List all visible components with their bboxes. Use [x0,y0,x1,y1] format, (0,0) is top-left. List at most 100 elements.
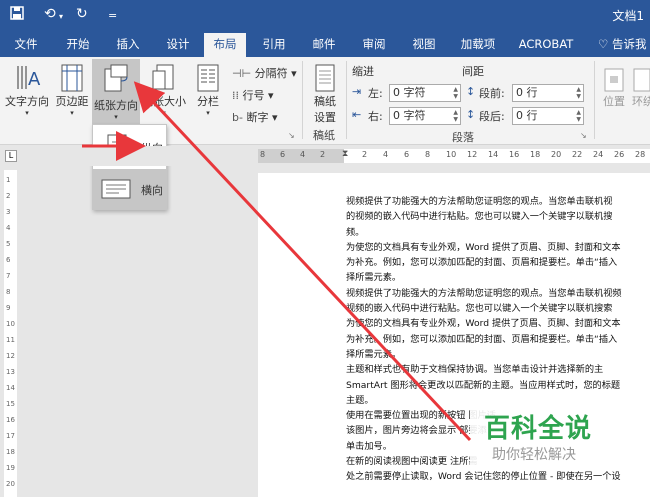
ruler-tick: 20 [551,150,562,159]
watermark-subtitle: 助你轻松解决 [492,447,576,463]
indent-left-input[interactable]: 0 字符 ▲ ▼ [389,84,461,102]
document-line: 处之前需要停止读取，Word 会记住您的停止位置 - 即使在另一个设 [346,471,621,483]
ruler-tick: 12 [467,150,478,159]
vruler-tick: 17 [6,432,15,440]
indent-right-icon: ⇤ [352,108,362,121]
vruler-tick: 9 [6,304,11,312]
group-divider [302,61,303,139]
draft-group-label: 稿纸 [313,129,335,142]
paper-size-icon [152,64,174,90]
undo-icon[interactable]: ⟲ [44,6,56,22]
vruler-tick: 10 [6,320,15,328]
ribbon-tabs: 文件 开始 插入 设计 布局 引用 邮件 审阅 视图 加载项 ACROBAT ♡… [0,30,650,57]
document-line: 择所需元素。 [346,348,402,360]
save-icon[interactable] [10,6,24,24]
tab-selector-icon[interactable]: L [5,150,17,162]
undo-dropdown-icon[interactable]: ▾ [59,12,63,21]
indent-right-input[interactable]: 0 字符 ▲ ▼ [389,107,461,125]
space-after-label: 段后: [479,110,505,123]
margins-icon [61,64,83,92]
line-numbers-button[interactable]: ⁞⁞ 行号 ▾ [232,87,274,103]
ruler-tick: 26 [614,150,625,159]
tab-references[interactable]: 引用 [256,35,292,57]
spinner-icon[interactable]: ▲ ▼ [576,86,581,100]
landscape-page-icon [101,179,131,199]
ruler-tick: 6 [404,150,410,159]
document-line: 的视频的嵌入代码中进行粘贴。您也可以键入一个关键字以联机搜 [346,211,613,223]
indent-right-label: 右: [368,110,383,123]
draft-paper-icon [315,64,335,92]
position-button[interactable]: 位置 [600,67,628,109]
ruler-tick: 2 [362,150,368,159]
vruler-tick: 1 [6,176,11,184]
vertical-ruler[interactable]: 1 2 3 4 5 6 7 8 9 10 11 12 13 14 15 16 17 18 19 20 [4,170,17,497]
size-button[interactable]: 纸张大小 ▾ [142,63,186,117]
redo-icon[interactable]: ↻ [76,6,88,22]
paragraph-launcher-icon[interactable]: ↘ [580,131,587,140]
vruler-tick: 6 [6,256,11,264]
spinner-icon[interactable]: ▲ ▼ [453,86,458,100]
indent-header: 缩进 [352,65,374,78]
tab-tell-me[interactable]: 告诉我 [612,35,650,57]
orientation-menu: 纵向 横向 [92,124,167,210]
vruler-tick: 11 [6,336,15,344]
ruler-tick: 4 [300,150,306,159]
vruler-tick: 13 [6,368,15,376]
indent-left-icon: ⇥ [352,85,362,98]
indent-marker-icon[interactable]: ⧗ [342,149,348,159]
ruler-tick: 24 [593,150,604,159]
text-direction-button[interactable]: A 文字方向 ▾ [4,63,50,117]
watermark: 百科全说 助你轻松解决 [470,400,620,470]
document-title: 文档1 [612,9,644,23]
space-before-input[interactable]: 0 行 ▲ ▼ [512,84,584,102]
wrap-text-icon [633,68,650,92]
tab-file[interactable]: 文件 [8,35,44,57]
draft-paper-label-1: 稿纸 [314,95,336,108]
space-before-icon: ↕ [466,85,476,98]
ruler-tick: 6 [280,150,286,159]
breaks-button[interactable]: ⊣⊢ 分隔符 ▾ [232,65,297,81]
horizontal-ruler[interactable]: L 8 6 4 2 2 4 6 8 10 12 14 16 18 20 22 24 26 28 ⧗ [0,146,650,166]
customize-toolbar-button[interactable]: = [108,9,117,22]
space-after-input[interactable]: 0 行 ▲ ▼ [512,107,584,125]
indent-left-label: 左: [368,87,383,100]
document-line: 择所需元素。 [346,272,402,284]
vruler-tick: 12 [6,352,15,360]
hyphenation-button[interactable]: b- 断字 ▾ [232,109,277,125]
margins-button[interactable]: 页边距 ▾ [52,63,92,117]
wrap-text-label: 环绕 [632,95,650,108]
wrap-text-button[interactable]: 环绕 [632,67,650,109]
space-after-icon: ↕ [466,108,476,121]
paragraph-group-label: 段落 [452,131,474,144]
tab-acrobat[interactable]: ACROBAT [514,35,578,57]
vruler-tick: 2 [6,192,11,200]
vruler-tick: 14 [6,384,15,392]
ruler-tick: 8 [260,150,266,159]
watermark-title: 百科全说 [484,414,593,444]
ruler-tick: 8 [425,150,431,159]
tab-mailings[interactable]: 邮件 [306,35,342,57]
tab-design[interactable]: 设计 [160,35,196,57]
landscape-option[interactable]: 横向 [93,169,166,209]
tab-home[interactable]: 开始 [60,35,96,57]
spinner-icon[interactable]: ▲ ▼ [576,109,581,123]
orientation-label: 纸张方向 [94,99,138,112]
tab-addins[interactable]: 加载项 [456,35,500,57]
spinner-icon[interactable]: ▲ ▼ [453,109,458,123]
group-divider [594,61,595,139]
vruler-tick: 20 [6,480,15,488]
page-setup-launcher-icon[interactable]: ↘ [288,131,295,140]
ruler-tick: 14 [488,150,499,159]
tab-layout[interactable]: 布局 [204,33,246,57]
vruler-tick: 15 [6,400,15,408]
position-label: 位置 [603,95,625,108]
document-line: 为补充。例如，您可以添加匹配的封面、页眉和提要栏。单击“插入 [346,257,618,269]
draft-paper-button[interactable]: 稿纸 设置 [306,63,344,125]
landscape-label: 横向 [141,184,163,197]
tab-view[interactable]: 视图 [406,35,442,57]
orientation-icon [104,64,128,92]
columns-button[interactable]: 分栏 ▾ [190,63,226,117]
ruler-tick: 22 [572,150,583,159]
tab-review[interactable]: 审阅 [356,35,392,57]
tab-insert[interactable]: 插入 [110,35,146,57]
